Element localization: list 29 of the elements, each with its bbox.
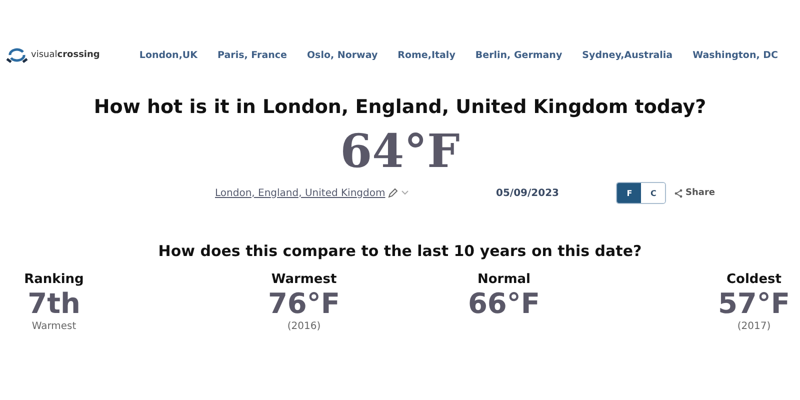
share-button[interactable]: Share bbox=[674, 188, 715, 198]
stat-label: Ranking bbox=[24, 272, 84, 287]
nav-link[interactable]: Rome,Italy bbox=[388, 50, 466, 60]
stat-note: (2017) bbox=[737, 321, 771, 332]
nav-link[interactable]: Washington, DC bbox=[682, 50, 788, 60]
nav-link[interactable]: London,UK bbox=[129, 50, 208, 60]
current-temperature: 64°F bbox=[339, 124, 461, 178]
logo-icon bbox=[6, 47, 28, 63]
nav-link[interactable]: Sydney,Australia bbox=[572, 50, 683, 60]
stat-note: Warmest bbox=[32, 321, 76, 332]
pencil-icon[interactable] bbox=[388, 188, 398, 198]
date-text: 05/09/2023 bbox=[495, 188, 560, 198]
stat-label: Warmest bbox=[271, 272, 337, 287]
stat-value: 76°F bbox=[268, 287, 340, 321]
stat-value: 57°F bbox=[718, 287, 790, 321]
nav-link[interactable]: Paris, France bbox=[208, 50, 297, 60]
stat-value: 7th bbox=[28, 287, 80, 321]
logo-wordmark[interactable]: visualcrossing bbox=[31, 50, 100, 60]
nav-link[interactable]: Berlin, Germany bbox=[465, 50, 572, 60]
compare-heading: How does this compare to the last 10 years on this date? bbox=[157, 242, 643, 260]
stat-note: (2016) bbox=[287, 321, 321, 332]
nav-link[interactable]: Oslo, Norway bbox=[296, 50, 388, 60]
page-heading: How hot is it in London, England, United Kingdom today? bbox=[92, 96, 708, 118]
location-link[interactable]: London, England, United Kingdom bbox=[215, 188, 386, 198]
stat-value: 66°F bbox=[468, 287, 540, 321]
stat-label: Normal bbox=[478, 272, 530, 287]
unit-toggle[interactable]: F bbox=[617, 183, 642, 203]
stat-label: Coldest bbox=[726, 272, 782, 287]
share-icon bbox=[674, 188, 684, 198]
